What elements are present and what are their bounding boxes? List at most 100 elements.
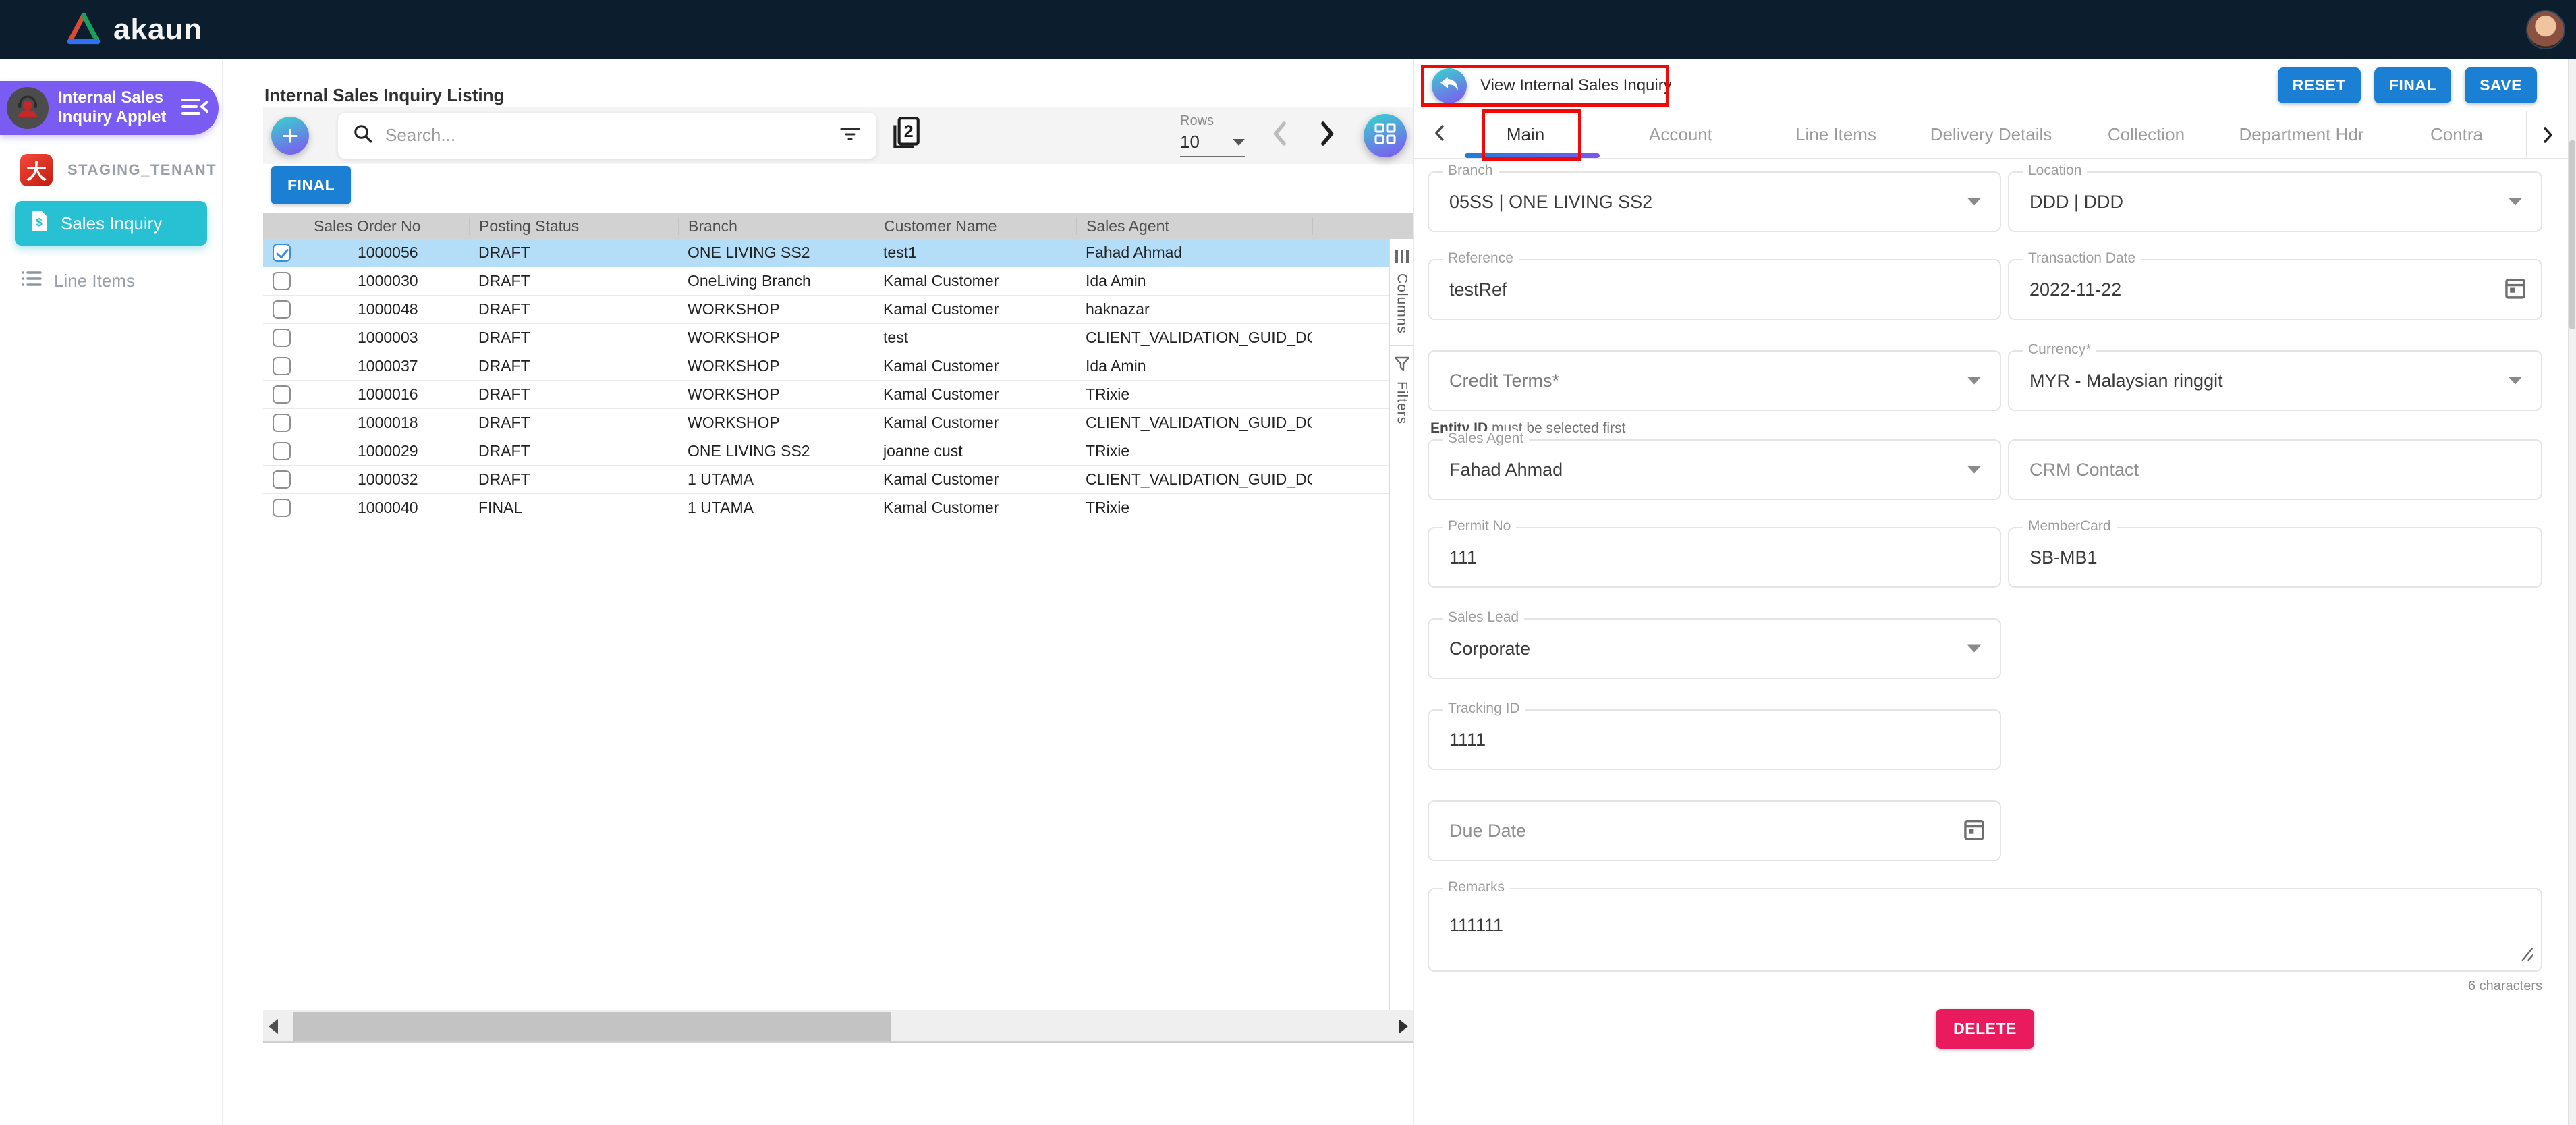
cell-posting-status: FINAL <box>478 499 523 516</box>
column-header[interactable]: Customer Name <box>874 217 1076 235</box>
table-side-tabs: Columns Filters <box>1389 239 1413 1010</box>
tab-department-hdr[interactable]: Department Hdr <box>2224 124 2379 145</box>
row-checkbox[interactable] <box>273 414 291 432</box>
table-row[interactable]: 1000003 DRAFT WORKSHOP test CLIENT_VALIDATIO… <box>263 324 1413 352</box>
table-row[interactable]: 1000016 DRAFT WORKSHOP Kamal Customer TRixie <box>263 381 1413 409</box>
currency-field[interactable]: Currency* MYR - Malaysian ringgit <box>2008 341 2542 411</box>
row-checkbox[interactable] <box>273 244 291 262</box>
final-button[interactable]: FINAL <box>2374 67 2452 103</box>
crm-contact-field[interactable]: CRM Contact <box>2008 439 2542 500</box>
reset-button[interactable]: RESET <box>2277 67 2361 103</box>
sidebar-item-sales-inquiry[interactable]: $ Sales Inquiry <box>15 201 207 246</box>
location-field[interactable]: Location DDD | DDD <box>2008 163 2542 232</box>
sales-inquiry-table: Sales Order No Posting Status Branch Custom… <box>263 213 1413 522</box>
listing-title: Internal Sales Inquiry Listing <box>264 85 505 105</box>
cell-branch: WORKSHOP <box>688 414 780 431</box>
page-scrollbar-thumb[interactable] <box>2569 140 2575 329</box>
tab-contra[interactable]: Contra <box>2379 124 2534 145</box>
tabs-scroll-left-icon[interactable] <box>1432 122 1448 147</box>
tab-line-items[interactable]: Line Items <box>1758 124 1913 145</box>
table-row[interactable]: 1000056 DRAFT ONE LIVING SS2 test1 Fahad Ahm… <box>263 239 1413 267</box>
column-header[interactable]: Sales Order No <box>304 217 469 235</box>
page-scrollbar[interactable] <box>2568 59 2576 1125</box>
search-input[interactable] <box>384 124 839 146</box>
prev-page-button[interactable] <box>1270 120 1291 150</box>
detail-header: View Internal Sales Inquiry RESET FINAL … <box>1414 59 2568 111</box>
field-value: Corporate <box>1449 638 1531 659</box>
columns-side-tab[interactable]: Columns <box>1390 239 1413 346</box>
column-header[interactable]: Sales Agent <box>1076 217 1312 235</box>
scrollbar-thumb[interactable] <box>293 1012 891 1041</box>
row-checkbox[interactable] <box>273 357 291 375</box>
app-root: akaun Internal Sales Inquiry Applet 大 ST… <box>0 0 2576 1125</box>
cell-posting-status: DRAFT <box>478 470 530 488</box>
row-checkbox[interactable] <box>273 470 291 489</box>
rows-select[interactable]: 10 <box>1180 129 1245 157</box>
scroll-left-icon[interactable] <box>269 1019 278 1034</box>
field-value: 111 <box>1449 547 1478 568</box>
table-row[interactable]: 1000037 DRAFT WORKSHOP Kamal Customer Ida Am… <box>263 352 1413 381</box>
sales-agent-field[interactable]: Sales Agent Fahad Ahmad <box>1428 431 2001 500</box>
horizontal-scrollbar[interactable] <box>263 1010 1413 1043</box>
calendar-icon[interactable] <box>1963 818 1985 844</box>
filters-side-tab[interactable]: Filters <box>1390 346 1413 435</box>
row-checkbox[interactable] <box>273 442 291 460</box>
table-row[interactable]: 1000018 DRAFT WORKSHOP Kamal Customer CLIENT… <box>263 409 1413 437</box>
transaction-date-field[interactable]: Transaction Date 2022-11-22 <box>2008 250 2542 320</box>
save-button[interactable]: SAVE <box>2465 67 2537 103</box>
add-record-button[interactable]: + <box>271 116 309 155</box>
grid-view-button[interactable] <box>1364 113 1407 157</box>
scroll-right-icon[interactable] <box>1399 1019 1408 1034</box>
tracking-id-field[interactable]: Tracking ID 1111 <box>1428 701 2001 770</box>
filter-list-icon[interactable] <box>839 124 862 146</box>
back-button[interactable] <box>1432 68 1467 103</box>
detail-tabs-bar: Main Account Line Items Delivery Details Col… <box>1414 109 2568 161</box>
row-checkbox[interactable] <box>273 300 291 319</box>
cell-sales-agent: CLIENT_VALIDATION_GUID_DO... <box>1086 329 1312 346</box>
row-checkbox[interactable] <box>273 385 291 404</box>
cell-posting-status: DRAFT <box>478 442 530 460</box>
tabs-scroll-right-icon[interactable] <box>2526 111 2568 158</box>
row-checkbox[interactable] <box>273 329 291 347</box>
row-checkbox[interactable] <box>273 499 291 517</box>
final-filter-button[interactable]: FINAL <box>271 166 352 204</box>
collapse-sidebar-icon[interactable] <box>181 96 209 121</box>
row-checkbox[interactable] <box>273 272 291 290</box>
table-row[interactable]: 1000040 FINAL 1 UTAMA Kamal Customer TRixie <box>263 494 1413 522</box>
branch-field[interactable]: Branch 05SS | ONE LIVING SS2 <box>1428 163 2001 232</box>
calendar-icon[interactable] <box>2504 277 2526 303</box>
tenant-icon: 大 <box>20 154 53 186</box>
tab-delivery-details[interactable]: Delivery Details <box>1913 124 2069 145</box>
user-avatar[interactable] <box>2526 10 2565 49</box>
chevron-down-icon <box>1233 138 1245 146</box>
table-row[interactable]: 1000030 DRAFT OneLiving Branch Kamal Custom… <box>263 267 1413 296</box>
sidebar-item-line-items[interactable]: Line Items <box>22 270 222 292</box>
resize-handle-icon[interactable] <box>2517 944 2534 965</box>
remarks-field[interactable]: Remarks 111111 <box>1428 879 2542 972</box>
due-date-field[interactable]: Due Date <box>1428 800 2001 861</box>
table-row[interactable]: 1000029 DRAFT ONE LIVING SS2 joanne cust TRi… <box>263 437 1413 466</box>
next-page-button[interactable] <box>1316 120 1337 150</box>
applet-header[interactable]: Internal Sales Inquiry Applet <box>0 81 219 135</box>
saved-filters-icon[interactable]: 2 <box>889 116 922 155</box>
delete-button[interactable]: DELETE <box>1936 1009 2034 1049</box>
tab-account[interactable]: Account <box>1603 124 1758 145</box>
column-header[interactable]: Branch <box>678 217 874 235</box>
search-box[interactable] <box>337 111 877 159</box>
tab-collection[interactable]: Collection <box>2069 124 2224 145</box>
credit-terms-field[interactable]: Credit Terms* <box>1428 350 2001 411</box>
table-header-row: Sales Order No Posting Status Branch Custom… <box>263 213 1413 239</box>
tab-main[interactable]: Main <box>1448 124 1603 145</box>
table-row[interactable]: 1000032 DRAFT 1 UTAMA Kamal Customer CLIENT_… <box>263 466 1413 494</box>
applet-avatar-icon <box>7 87 49 129</box>
akaun-triangle-icon <box>65 11 103 49</box>
cell-sales-order-no: 1000032 <box>358 470 418 488</box>
table-row[interactable]: 1000048 DRAFT WORKSHOP Kamal Customer haknaz… <box>263 296 1413 324</box>
tenant-row[interactable]: 大 STAGING_TENANT <box>20 154 222 186</box>
permit-no-field[interactable]: Permit No 111 <box>1428 518 2001 588</box>
column-header[interactable]: Posting Status <box>469 217 678 235</box>
reference-field[interactable]: Reference testRef <box>1428 250 2001 320</box>
sales-lead-field[interactable]: Sales Lead Corporate <box>1428 609 2001 679</box>
detail-tabs: Main Account Line Items Delivery Details Col… <box>1448 111 2568 158</box>
membercard-field[interactable]: MemberCard SB-MB1 <box>2008 518 2542 588</box>
